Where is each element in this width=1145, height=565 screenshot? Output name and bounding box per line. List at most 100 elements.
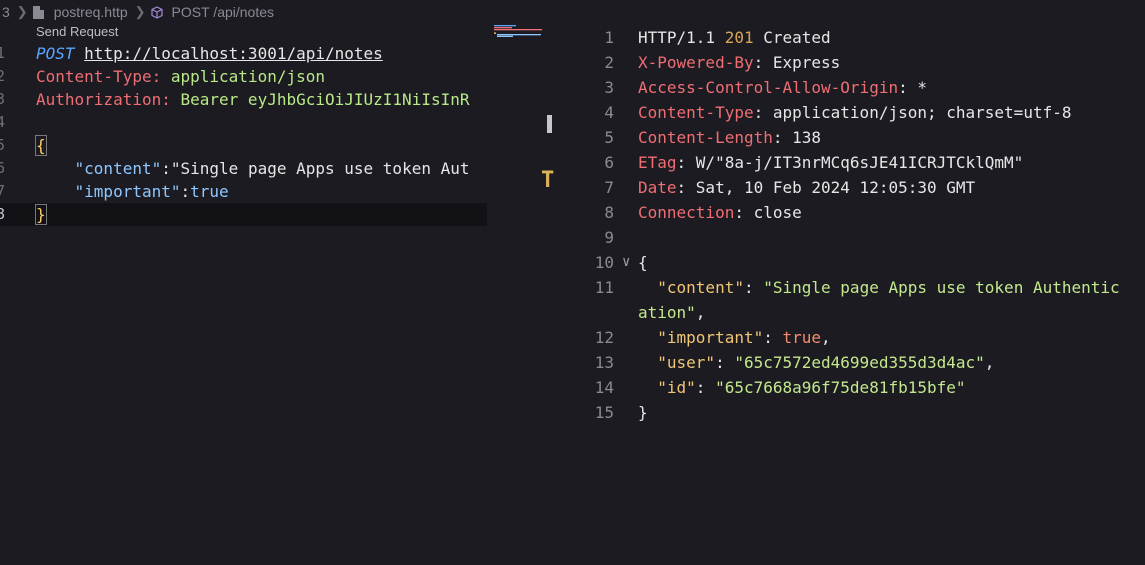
line-number: 14 [594,378,614,397]
minimap[interactable] [493,24,543,38]
status-protocol: HTTP/1.1 [638,28,725,47]
line-number: 4 [0,113,6,131]
line-number: 1 [0,44,6,62]
header-value: application/json; charset=utf-8 [772,103,1072,122]
header-name: Access-Control-Allow-Origin [638,78,899,97]
response-body-line: 12 "important": true, [590,325,1145,350]
response-pane[interactable]: 1 HTTP/1.1 201 Created 2 X-Powered-By: E… [590,25,1145,425]
editor-line: 1 POST http://localhost:3001/api/notes [0,42,487,65]
line-number: 7 [604,178,614,197]
request-code[interactable]: 1 POST http://localhost:3001/api/notes 2… [0,42,487,226]
line-number: 11 [594,278,614,297]
header-value: close [753,203,802,222]
header-value: Sat, 10 Feb 2024 12:05:30 GMT [695,178,976,197]
file-icon [32,5,44,19]
editor-line-current: 8 } [0,203,487,226]
line-number: 6 [0,159,6,177]
response-line: 1 HTTP/1.1 201 Created [590,25,1145,50]
response-header-line: 2 X-Powered-By: Express [590,50,1145,75]
line-number: 7 [0,182,6,200]
status-text: Created [753,28,831,47]
line-number: 1 [604,28,614,47]
line-number: 6 [604,153,614,172]
line-number: 2 [0,67,6,85]
response-header-line: 8 Connection: close [590,200,1145,225]
json-string: "65c7572ed4699ed355d3d4ac" [734,353,985,372]
editor-line: 4 [0,111,487,134]
header-name: Connection [638,203,735,222]
cube-icon [150,5,163,19]
header-value: W/"8a-j/IT3nrMCq6sJE41ICRJTCklQmM" [695,153,1024,172]
breadcrumb: 3 ❯ postreq.http ❯ POST /api/notes [0,2,276,22]
response-header-line: 3 Access-Control-Allow-Origin: * [590,75,1145,100]
response-header-line: 5 Content-Length: 138 [590,125,1145,150]
line-number: 4 [604,103,614,122]
editor-line: 7 "important":true [0,180,487,203]
header-name: Date [638,178,677,197]
header-name: Authorization: [36,90,171,109]
response-body-line: 11 "content": "Single page Apps use toke… [590,275,1145,325]
editor-line: 2 Content-Type: application/json [0,65,487,88]
line-number: 3 [604,78,614,97]
line-number: 15 [594,403,614,422]
line-number: 2 [604,53,614,72]
editor-line: 5 { [0,134,487,157]
json-string: "65c7668a96f75de81fb15bfe" [715,378,966,397]
line-number: 5 [0,136,6,154]
breadcrumb-request[interactable]: POST /api/notes [172,4,274,20]
ibeam-cursor-icon: T [541,168,555,193]
response-body-line: 13 "user": "65c7572ed4699ed355d3d4ac", [590,350,1145,375]
header-name: X-Powered-By [638,53,754,72]
response-header-line: 7 Date: Sat, 10 Feb 2024 12:05:30 GMT [590,175,1145,200]
header-value: Express [772,53,841,72]
response-body-line: 15 } [590,400,1145,425]
json-key: "important" [657,328,764,347]
json-close-brace: } [638,403,648,422]
json-key: "user" [657,353,716,372]
response-header-line: 4 Content-Type: application/json; charse… [590,100,1145,125]
close-brace: } [35,204,47,225]
json-bool: true [190,182,229,201]
header-name: ETag [638,153,677,172]
header-value: Bearer eyJhbGciOiJIUzI1NiIsInR [180,90,470,109]
header-value: application/json [170,67,325,86]
send-request-link[interactable]: Send Request [36,24,118,39]
response-body-line: 10 ∨ { [590,250,1145,275]
line-number: 10 [594,253,614,272]
line-number: 8 [604,203,614,222]
text-cursor-icon [547,115,552,133]
line-number: 13 [594,353,614,372]
breadcrumb-line-prefix: 3 [2,4,10,20]
json-string: "Single page Apps use token Aut [170,159,470,178]
line-number: 9 [604,228,614,247]
status-code: 201 [724,28,754,47]
json-colon: : [180,182,191,201]
header-name: Content-Type: [36,67,162,86]
json-key: "content" [657,278,744,297]
chevron-right-icon: ❯ [134,4,146,19]
response-body-line: 14 "id": "65c7668a96f75de81fb15bfe" [590,375,1145,400]
open-brace: { [35,135,47,156]
json-key: "content" [74,159,162,178]
line-number: 3 [0,90,6,108]
header-value: 138 [792,128,822,147]
header-name: Content-Length [638,128,773,147]
editor-line: 3 Authorization: Bearer eyJhbGciOiJIUzI1… [0,88,487,111]
chevron-down-icon[interactable]: ∨ [622,250,630,275]
json-key: "important" [74,182,181,201]
json-bool: true [782,328,822,347]
breadcrumb-file[interactable]: postreq.http [54,4,128,20]
editor-line: 6 "content":"Single page Apps use token … [0,157,487,180]
request-method: POST [36,44,75,63]
json-key: "id" [657,378,696,397]
request-editor-pane: 3 ❯ postreq.http ❯ POST /api/notes Send … [0,0,487,565]
line-number: 8 [0,205,6,223]
line-number: 5 [604,128,614,147]
json-colon: : [161,159,171,178]
line-number: 12 [594,328,614,347]
request-url[interactable]: http://localhost:3001/api/notes [84,44,383,63]
chevron-right-icon: ❯ [16,4,28,19]
response-line: 9 [590,225,1145,250]
json-open-brace: { [638,253,648,272]
header-name: Content-Type [638,103,754,122]
